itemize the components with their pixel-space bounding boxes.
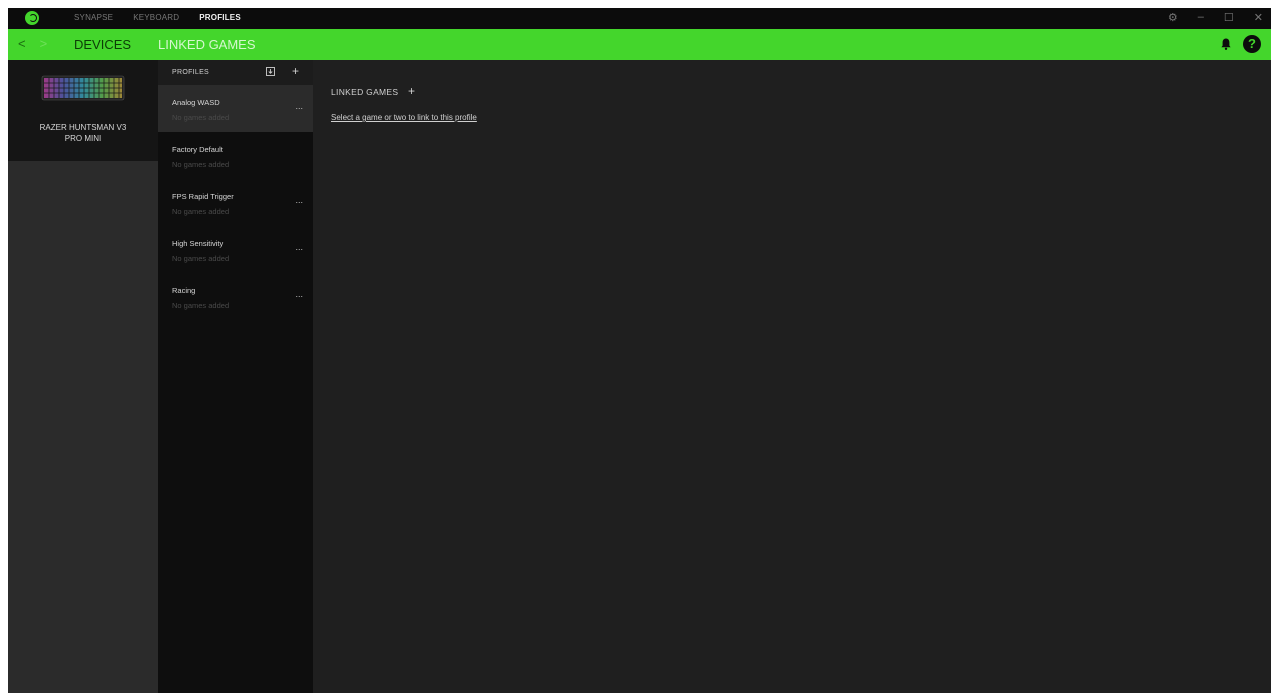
more-options-icon[interactable]: ... [295,195,303,205]
linked-games-title: LINKED GAMES [331,87,399,97]
nav-keyboard[interactable]: KEYBOARD [133,13,179,22]
profile-games-status: No games added [172,207,230,216]
tab-devices[interactable]: DEVICES [74,37,131,52]
profile-games-status: No games added [172,254,230,263]
add-profile-button[interactable]: + [292,64,299,78]
profiles-column: PROFILES + Analog WASD No games added ..… [158,60,313,693]
profile-name: Racing [172,286,196,295]
nav-synapse[interactable]: SYNAPSE [74,13,113,22]
select-game-link[interactable]: Select a game or two to link to this pro… [331,113,477,122]
profile-item[interactable]: Factory Default No games added [158,132,313,179]
title-bar: SYNAPSE KEYBOARD PROFILES ⚙ – ☐ ✕ [8,8,1271,29]
device-card[interactable]: RAZER HUNTSMAN V3 PRO MINI [8,60,158,161]
device-name: RAZER HUNTSMAN V3 PRO MINI [8,122,158,144]
device-name-line1: RAZER HUNTSMAN V3 [39,123,127,132]
razer-logo-icon [25,11,39,25]
profile-item[interactable]: High Sensitivity No games added ... [158,226,313,273]
profile-games-status: No games added [172,113,230,122]
notification-bell-icon[interactable] [1221,38,1231,50]
add-linked-game-button[interactable]: + [408,84,415,98]
back-arrow-icon[interactable]: < [18,36,26,51]
profiles-header-label: PROFILES [172,69,210,76]
close-icon[interactable]: ✕ [1254,11,1263,24]
forward-arrow-icon[interactable]: > [40,36,48,51]
profile-name: High Sensitivity [172,239,224,248]
minimize-icon[interactable]: – [1198,11,1204,24]
profile-games-status: No games added [172,160,230,169]
top-nav: SYNAPSE KEYBOARD PROFILES [74,13,261,22]
more-options-icon[interactable]: ... [295,289,303,299]
profile-name: Analog WASD [172,98,220,107]
window-controls: ⚙ – ☐ ✕ [1168,11,1263,24]
nav-profiles[interactable]: PROFILES [199,13,241,22]
keyboard-image-icon [41,75,125,101]
linked-games-panel: LINKED GAMES + Select a game or two to l… [313,60,1271,693]
import-profile-icon[interactable] [266,67,275,76]
history-arrows: < > [18,36,47,51]
tab-linked-games[interactable]: LINKED GAMES [158,37,256,52]
profile-name: Factory Default [172,145,223,154]
maximize-icon[interactable]: ☐ [1224,11,1234,24]
profile-item[interactable]: Racing No games added ... [158,273,313,320]
profile-name: FPS Rapid Trigger [172,192,234,201]
sub-nav-bar: < > DEVICES LINKED GAMES ? [8,29,1271,60]
help-icon[interactable]: ? [1243,35,1261,53]
device-panel: RAZER HUNTSMAN V3 PRO MINI [8,60,158,693]
device-name-line2: PRO MINI [64,134,102,143]
profile-item[interactable]: FPS Rapid Trigger No games added ... [158,179,313,226]
more-options-icon[interactable]: ... [295,242,303,252]
profile-games-status: No games added [172,301,230,310]
profile-item[interactable]: Analog WASD No games added ... [158,85,313,132]
app-window: SYNAPSE KEYBOARD PROFILES ⚙ – ☐ ✕ < > DE… [8,8,1271,693]
more-options-icon[interactable]: ... [295,101,303,111]
settings-icon[interactable]: ⚙ [1168,11,1178,24]
profiles-header: PROFILES + [158,60,313,85]
